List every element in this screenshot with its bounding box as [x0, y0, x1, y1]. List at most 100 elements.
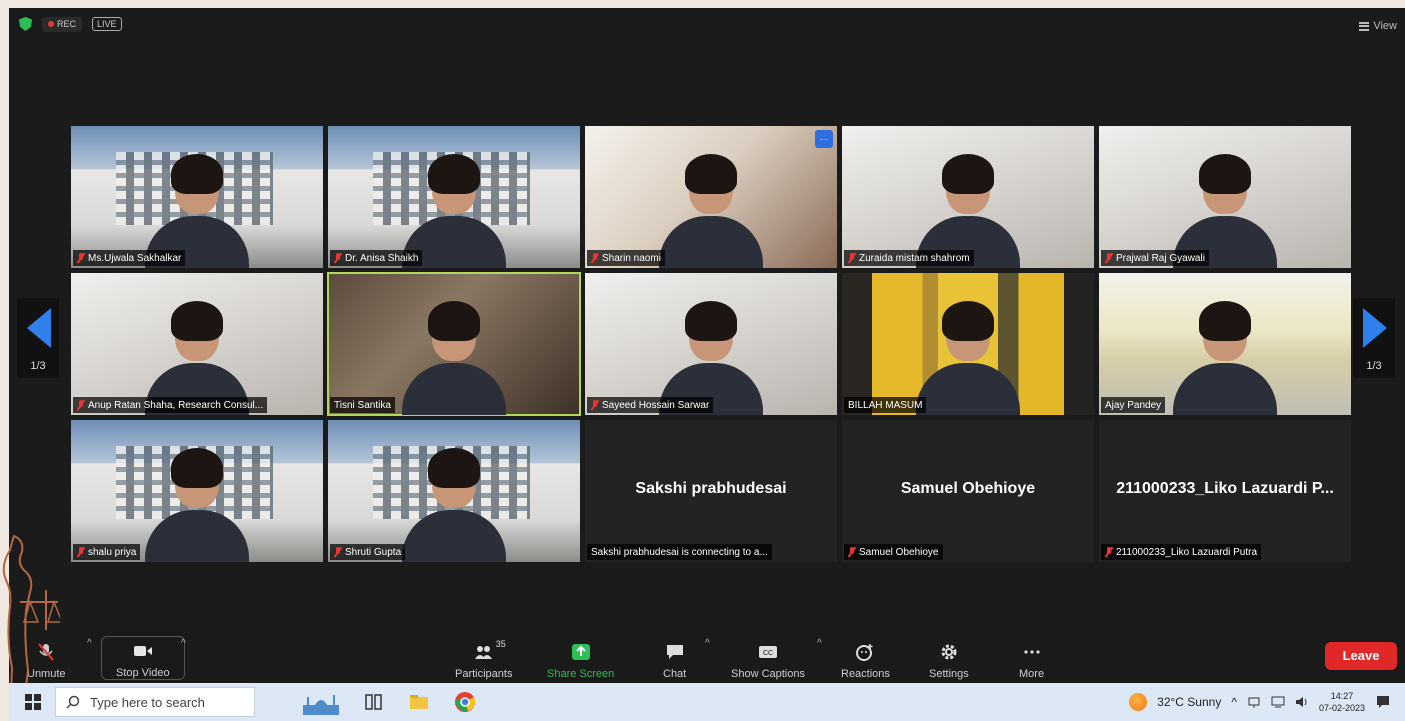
chat-button[interactable]: Chat [663, 636, 686, 680]
participant-name-label: Zuraida mistam shahrom [844, 250, 974, 266]
more-label: More [1019, 668, 1045, 680]
participant-name-label: Ajay Pandey [1101, 397, 1166, 413]
participant-name: Dr. Anisa Shaikh [345, 252, 419, 264]
more-button[interactable]: More [1019, 636, 1044, 680]
participant-name: Sakshi prabhudesai is connecting to a... [591, 546, 768, 558]
arrow-right-icon [1363, 308, 1387, 348]
reactions-icon [856, 644, 873, 661]
microphone-muted-icon [848, 253, 856, 263]
share-screen-button[interactable]: Share Screen [547, 636, 614, 680]
participant-name-label: Sakshi prabhudesai is connecting to a... [587, 544, 772, 560]
tile-options-icon[interactable]: … [815, 130, 833, 148]
participant-tile[interactable]: 211000233_Liko Lazuardi P... 211000233_Li… [1099, 420, 1351, 562]
shield-icon[interactable] [19, 17, 32, 31]
grid-view-icon [1359, 21, 1370, 31]
windows-taskbar: Type here to search 32°C Sunny ^ 14:27 0… [9, 683, 1405, 721]
live-badge[interactable]: LIVE [92, 17, 122, 31]
stop-video-button[interactable]: Stop Video [101, 636, 185, 680]
participant-tile[interactable]: Dr. Anisa Shaikh [328, 126, 580, 268]
microphone-muted-icon [334, 253, 342, 263]
participants-count: 35 [495, 639, 506, 649]
show-captions-button[interactable]: CC Show Captions [731, 636, 805, 680]
participants-button[interactable]: 35 Participants [455, 636, 512, 680]
page-indicator-left: 1/3 [30, 360, 46, 372]
view-button[interactable]: View [1359, 20, 1397, 32]
recording-label: REC [57, 19, 77, 29]
windows-start-icon[interactable] [25, 694, 41, 710]
next-page-button[interactable]: 1/3 [1353, 298, 1395, 378]
search-placeholder: Type here to search [90, 694, 205, 710]
zoom-meeting-window: REC LIVE View 1/3 Ms.Ujwala Sakhalkar Dr.… [9, 8, 1405, 683]
chat-label: Chat [663, 668, 687, 680]
video-options-chevron-icon[interactable]: ^ [181, 638, 186, 649]
speaker-icon[interactable] [1295, 695, 1309, 709]
weather-text[interactable]: 32°C Sunny [1157, 695, 1221, 709]
taskbar-clock[interactable]: 14:27 07-02-2023 [1319, 690, 1365, 714]
participant-name-label: Tisni Santika [330, 397, 395, 413]
participant-name-label: Dr. Anisa Shaikh [330, 250, 423, 266]
participant-name: Prajwal Raj Gyawali [1116, 252, 1205, 264]
participant-tile[interactable]: shalu priya [71, 420, 323, 562]
participant-display-name: Sakshi prabhudesai [635, 480, 787, 497]
system-tray: 32°C Sunny ^ 14:27 07-02-2023 [1129, 683, 1391, 721]
page-indicator-right: 1/3 [1366, 360, 1382, 372]
notifications-icon[interactable] [1375, 694, 1391, 710]
meeting-controls-toolbar: Unmute ^ Stop Video ^ 35 Participants Sh… [9, 630, 1405, 683]
weather-sun-icon[interactable] [1129, 693, 1148, 711]
participant-tile[interactable]: Shruti Gupta [328, 420, 580, 562]
participant-name: Zuraida mistam shahrom [859, 252, 970, 264]
chat-options-chevron-icon[interactable]: ^ [705, 638, 710, 649]
mosque-skyline-icon[interactable] [301, 689, 341, 715]
participant-tile[interactable]: Sakshi prabhudesai Sakshi prabhudesai is … [585, 420, 837, 562]
audio-options-chevron-icon[interactable]: ^ [87, 638, 92, 649]
participant-name: Sayeed Hossain Sarwar [602, 399, 710, 411]
participant-name: Sharin naomi [602, 252, 661, 264]
participant-tile[interactable]: Samuel Obehioye Samuel Obehioye [842, 420, 1094, 562]
share-screen-label: Share Screen [547, 668, 615, 680]
participant-tile[interactable]: Sayeed Hossain Sarwar [585, 273, 837, 415]
participant-display-name: 211000233_Liko Lazuardi P... [1116, 480, 1334, 497]
participant-name: Shruti Gupta [345, 546, 402, 558]
participant-video-feed [394, 297, 514, 415]
settings-label: Settings [929, 668, 969, 680]
leave-meeting-button[interactable]: Leave [1325, 642, 1397, 670]
settings-button[interactable]: Settings [929, 636, 969, 680]
microphone-muted-icon [591, 253, 599, 263]
recording-indicator[interactable]: REC [42, 16, 83, 32]
participant-tile[interactable]: … Sharin naomi [585, 126, 837, 268]
display-icon[interactable] [1271, 695, 1285, 709]
reactions-button[interactable]: Reactions [841, 636, 890, 680]
record-dot-icon [48, 21, 54, 27]
file-explorer-icon[interactable] [405, 689, 433, 715]
participant-tile[interactable]: Ajay Pandey [1099, 273, 1351, 415]
participant-display-name: Samuel Obehioye [900, 480, 1036, 497]
chevron-up-icon[interactable]: ^ [1231, 695, 1237, 709]
participant-tile[interactable]: Zuraida mistam shahrom [842, 126, 1094, 268]
participant-tile[interactable]: Tisni Santika [327, 272, 581, 416]
search-icon [66, 695, 80, 709]
microphone-muted-icon [1105, 547, 1113, 557]
clock-date: 07-02-2023 [1318, 703, 1365, 713]
participant-tile[interactable]: Ms.Ujwala Sakhalkar [71, 126, 323, 268]
clock-time: 14:27 [1330, 691, 1354, 701]
participant-name: Anup Ratan Shaha, Research Consul... [88, 399, 264, 411]
participant-tile[interactable]: Prajwal Raj Gyawali [1099, 126, 1351, 268]
participant-video-feed [394, 444, 514, 562]
previous-page-button[interactable]: 1/3 [17, 298, 59, 378]
network-icon[interactable] [1247, 695, 1261, 709]
view-label: View [1373, 20, 1397, 32]
participant-name: Ms.Ujwala Sakhalkar [88, 252, 182, 264]
participant-name-label: shalu priya [73, 544, 141, 560]
share-screen-icon [571, 644, 590, 660]
task-view-icon[interactable] [359, 689, 387, 715]
participants-icon: 35 [474, 639, 506, 661]
meeting-top-bar: REC LIVE View [9, 8, 1405, 40]
captions-options-chevron-icon[interactable]: ^ [817, 638, 822, 649]
participant-tile[interactable]: Anup Ratan Shaha, Research Consul... [71, 273, 323, 415]
chrome-icon[interactable] [451, 689, 479, 715]
taskbar-search-box[interactable]: Type here to search [55, 687, 255, 717]
participant-tile[interactable]: BILLAH MASUM [842, 273, 1094, 415]
participant-video-feed [1165, 297, 1285, 415]
participant-name: Tisni Santika [334, 399, 391, 411]
video-camera-icon [133, 646, 152, 656]
